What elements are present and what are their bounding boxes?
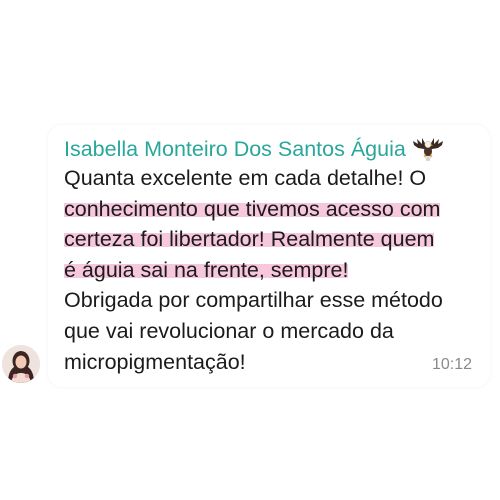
sender-row: Isabella Monteiro Dos Santos Águia xyxy=(64,135,444,163)
eagle-icon xyxy=(412,135,444,163)
sender-name[interactable]: Isabella Monteiro Dos Santos Águia xyxy=(64,136,406,162)
message-line: Obrigada por compartilhar esse método xyxy=(64,285,484,316)
message-line: que vai revolucionar o mercado da xyxy=(64,316,484,347)
message-text: Quanta excelente em cada detalhe! O conh… xyxy=(64,163,484,377)
message-line-text: Obrigada por compartilhar esse método xyxy=(64,288,443,313)
message-line: Quanta excelente em cada detalhe! O xyxy=(64,163,484,194)
message-line-text: Quanta excelente em cada detalhe! O xyxy=(64,166,427,190)
highlighted-text: certeza foi libertador! Realmente quem xyxy=(64,227,435,252)
message-line-text: micropigmentação! xyxy=(64,349,246,374)
message-bubble: Isabella Monteiro Dos Santos Águia Quant… xyxy=(48,125,490,387)
avatar-photo xyxy=(2,345,40,383)
highlighted-text: conhecimento que tivemos acesso com xyxy=(64,196,441,221)
message-line-highlighted: é águia sai na frente, sempre! xyxy=(64,255,484,286)
highlighted-text: é águia sai na frente, sempre! xyxy=(64,257,349,282)
chat-area: Isabella Monteiro Dos Santos Águia Quant… xyxy=(0,0,500,500)
message-line: micropigmentação! xyxy=(64,347,484,378)
message-line-highlighted: conhecimento que tivemos acesso com xyxy=(64,194,484,225)
message-timestamp: 10:12 xyxy=(431,356,472,373)
message-line-highlighted: certeza foi libertador! Realmente quem xyxy=(64,224,484,255)
avatar[interactable] xyxy=(2,345,40,383)
message-line-text: que vai revolucionar o mercado da xyxy=(64,318,394,343)
